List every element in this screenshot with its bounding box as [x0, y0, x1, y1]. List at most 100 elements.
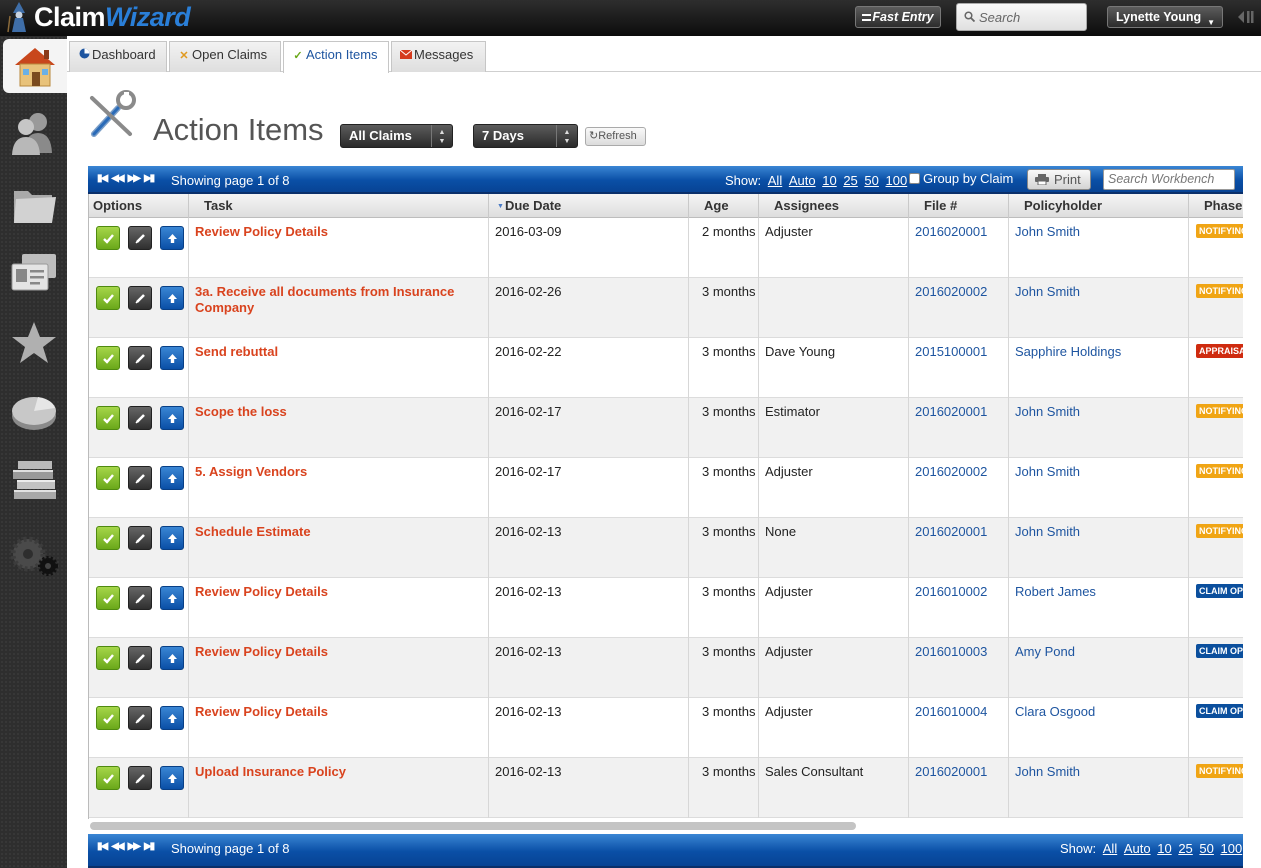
complete-button[interactable]: [96, 766, 120, 790]
edit-button[interactable]: [128, 286, 152, 310]
complete-button[interactable]: [96, 706, 120, 730]
escalate-button[interactable]: [160, 526, 184, 550]
table-row[interactable]: Schedule Estimate 2016-02-13 3 months None 2…: [89, 518, 1243, 578]
complete-button[interactable]: [96, 346, 120, 370]
edit-button[interactable]: [128, 406, 152, 430]
file-number-link[interactable]: 2016020001: [909, 758, 1009, 818]
col-age[interactable]: Age: [689, 194, 759, 218]
escalate-button[interactable]: [160, 466, 184, 490]
policyholder-link[interactable]: John Smith: [1009, 758, 1189, 818]
col-task[interactable]: Task: [189, 194, 489, 218]
table-row[interactable]: Review Policy Details 2016-02-13 3 months A…: [89, 578, 1243, 638]
col-assignees[interactable]: Assignees: [759, 194, 909, 218]
task-link[interactable]: Scope the loss: [189, 398, 489, 458]
complete-button[interactable]: [96, 646, 120, 670]
edit-button[interactable]: [128, 466, 152, 490]
escalate-button[interactable]: [160, 226, 184, 250]
table-row[interactable]: Review Policy Details 2016-02-13 3 months A…: [89, 638, 1243, 698]
prev-page-icon[interactable]: ◀◀: [111, 173, 124, 184]
prev-page-icon[interactable]: ◀◀: [111, 841, 124, 852]
file-number-link[interactable]: 2016020001: [909, 518, 1009, 578]
complete-button[interactable]: [96, 226, 120, 250]
file-number-link[interactable]: 2016020002: [909, 458, 1009, 518]
complete-button[interactable]: [96, 406, 120, 430]
task-link[interactable]: Review Policy Details: [189, 638, 489, 698]
file-number-link[interactable]: 2016020001: [909, 398, 1009, 458]
policyholder-link[interactable]: John Smith: [1009, 278, 1189, 338]
show-25-link[interactable]: 25: [843, 173, 857, 188]
complete-button[interactable]: [96, 466, 120, 490]
settings-gears-icon[interactable]: [8, 532, 60, 580]
show-50-link[interactable]: 50: [864, 173, 878, 188]
table-row[interactable]: Review Policy Details 2016-02-13 3 months A…: [89, 698, 1243, 758]
edit-button[interactable]: [128, 226, 152, 250]
policyholder-link[interactable]: John Smith: [1009, 458, 1189, 518]
collapse-panel-icon[interactable]: [1236, 9, 1256, 25]
print-button[interactable]: Print: [1027, 169, 1091, 190]
group-by-claim-toggle[interactable]: Group by Claim: [909, 171, 1013, 186]
table-row[interactable]: Scope the loss 2016-02-17 3 months Estimato…: [89, 398, 1243, 458]
show-auto-link[interactable]: Auto: [789, 173, 816, 188]
table-row[interactable]: Send rebuttal 2016-02-22 3 months Dave Youn…: [89, 338, 1243, 398]
policyholder-link[interactable]: Sapphire Holdings: [1009, 338, 1189, 398]
contacts-icon[interactable]: [8, 109, 60, 157]
file-number-link[interactable]: 2016010004: [909, 698, 1009, 758]
policyholder-link[interactable]: John Smith: [1009, 518, 1189, 578]
col-file-number[interactable]: File #: [909, 194, 1009, 218]
next-page-icon[interactable]: ▶▶: [128, 841, 141, 852]
complete-button[interactable]: [96, 526, 120, 550]
complete-button[interactable]: [96, 586, 120, 610]
id-cards-icon[interactable]: [8, 248, 60, 296]
col-due-date[interactable]: ▼Due Date: [489, 194, 689, 218]
last-page-icon[interactable]: ▶▮: [144, 841, 155, 852]
horizontal-scrollbar[interactable]: [90, 822, 856, 830]
show-100-link[interactable]: 100: [1221, 841, 1243, 856]
tab-action-items[interactable]: ✓ Action Items: [283, 41, 389, 73]
file-number-link[interactable]: 2016020001: [909, 218, 1009, 278]
edit-button[interactable]: [128, 526, 152, 550]
tab-open-claims[interactable]: ✕ Open Claims: [169, 41, 281, 72]
first-page-icon[interactable]: ▮◀: [97, 173, 108, 184]
policyholder-link[interactable]: John Smith: [1009, 218, 1189, 278]
fast-entry-button[interactable]: Fast Entry: [855, 6, 941, 28]
pie-chart-icon[interactable]: [8, 388, 60, 436]
escalate-button[interactable]: [160, 766, 184, 790]
task-link[interactable]: Review Policy Details: [189, 578, 489, 638]
edit-button[interactable]: [128, 766, 152, 790]
group-by-claim-checkbox[interactable]: [909, 173, 920, 184]
escalate-button[interactable]: [160, 646, 184, 670]
table-row[interactable]: Review Policy Details 2016-03-09 2 months A…: [89, 218, 1243, 278]
policyholder-link[interactable]: John Smith: [1009, 398, 1189, 458]
file-number-link[interactable]: 2016020002: [909, 278, 1009, 338]
books-icon[interactable]: [8, 456, 60, 504]
show-all-link[interactable]: All: [1103, 841, 1117, 856]
task-link[interactable]: Send rebuttal: [189, 338, 489, 398]
app-logo[interactable]: Claim Wizard: [6, 0, 191, 34]
last-page-icon[interactable]: ▶▮: [144, 173, 155, 184]
escalate-button[interactable]: [160, 586, 184, 610]
escalate-button[interactable]: [160, 406, 184, 430]
global-search-input[interactable]: [979, 8, 1079, 26]
policyholder-link[interactable]: Robert James: [1009, 578, 1189, 638]
show-10-link[interactable]: 10: [822, 173, 836, 188]
show-10-link[interactable]: 10: [1157, 841, 1171, 856]
refresh-button[interactable]: ↻Refresh: [585, 127, 646, 146]
escalate-button[interactable]: [160, 286, 184, 310]
file-number-link[interactable]: 2016010003: [909, 638, 1009, 698]
first-page-icon[interactable]: ▮◀: [97, 841, 108, 852]
star-icon[interactable]: [8, 319, 60, 367]
table-row[interactable]: 5. Assign Vendors 2016-02-17 3 months Adjus…: [89, 458, 1243, 518]
task-link[interactable]: Review Policy Details: [189, 218, 489, 278]
edit-button[interactable]: [128, 586, 152, 610]
tab-messages[interactable]: Messages: [391, 41, 486, 72]
claims-filter-dropdown[interactable]: All Claims ▲ ▼: [340, 124, 453, 148]
policyholder-link[interactable]: Amy Pond: [1009, 638, 1189, 698]
file-number-link[interactable]: 2016010002: [909, 578, 1009, 638]
col-policyholder[interactable]: Policyholder: [1009, 194, 1189, 218]
escalate-button[interactable]: [160, 346, 184, 370]
show-50-link[interactable]: 50: [1199, 841, 1213, 856]
escalate-button[interactable]: [160, 706, 184, 730]
show-auto-link[interactable]: Auto: [1124, 841, 1151, 856]
show-100-link[interactable]: 100: [886, 173, 908, 188]
task-link[interactable]: 3a. Receive all documents from Insurance…: [189, 278, 489, 338]
